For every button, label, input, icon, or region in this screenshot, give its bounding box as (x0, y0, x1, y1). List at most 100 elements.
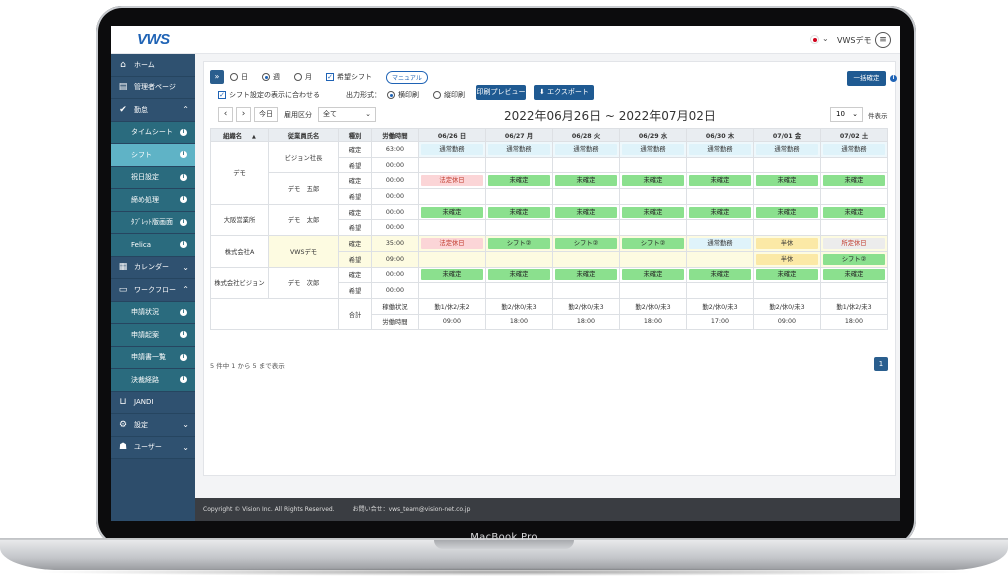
menu-icon[interactable]: ≡ (875, 32, 891, 48)
shift-badge[interactable]: 未確定 (555, 175, 617, 187)
shift-cell[interactable]: 未確定 (619, 203, 687, 221)
info-icon[interactable]: i (180, 173, 187, 181)
print-preview-button[interactable]: 印刷プレビュー (476, 85, 526, 100)
sidebar-item[interactable]: Felica i (111, 234, 195, 257)
prev-week-button[interactable]: ‹ (218, 107, 233, 122)
chevron-icon[interactable]: ⌃ (182, 105, 189, 114)
employee-cell[interactable]: デモ 次郎 (268, 266, 339, 299)
japan-flag-icon[interactable] (810, 35, 819, 44)
shift-cell[interactable]: 未確定 (619, 172, 687, 190)
shift-cell[interactable]: シフト② (485, 235, 553, 252)
shift-cell[interactable]: 通常勤務 (418, 141, 486, 158)
info-icon[interactable]: i (890, 75, 897, 82)
info-icon[interactable]: i (180, 151, 187, 159)
shift-badge[interactable]: 未確定 (622, 206, 684, 218)
shift-badge[interactable]: 未確定 (622, 269, 684, 281)
portrait-radio[interactable]: 縦印刷 (433, 90, 465, 100)
column-header[interactable]: 07/02 土 (820, 128, 888, 142)
shift-cell[interactable] (686, 156, 754, 174)
shift-cell[interactable]: 未確定 (753, 203, 821, 221)
shift-cell[interactable]: 未確定 (619, 266, 687, 284)
shift-cell[interactable] (686, 282, 754, 299)
shift-cell[interactable] (418, 250, 486, 268)
shift-cell[interactable]: 未確定 (552, 172, 620, 190)
sidebar-item[interactable]: 決裁経路 i (111, 369, 195, 392)
app-logo[interactable]: VWS (137, 31, 170, 48)
shift-cell[interactable] (418, 219, 486, 237)
fit-setting-checkbox[interactable]: ✓ シフト設定の表示に合わせる (218, 90, 320, 100)
shift-cell[interactable]: 未確定 (686, 266, 754, 284)
shift-badge[interactable]: 通常勤務 (756, 143, 818, 155)
chevron-icon[interactable]: ⌄ (182, 263, 189, 272)
shift-cell[interactable] (418, 282, 486, 299)
sidebar-item[interactable]: 申請起案 i (111, 324, 195, 347)
shift-badge[interactable]: 法定休日 (421, 237, 483, 249)
export-button[interactable]: ⬇ エクスポート (534, 85, 594, 100)
shift-cell[interactable]: シフト② (820, 250, 888, 268)
column-header[interactable]: 06/29 水 (619, 128, 687, 142)
shift-badge[interactable]: 法定休日 (421, 175, 483, 187)
shift-badge[interactable]: 通常勤務 (689, 143, 751, 155)
radio-icon[interactable] (433, 91, 441, 99)
shift-badge[interactable]: 未確定 (421, 206, 483, 218)
column-header[interactable]: 労働時間 (371, 128, 419, 142)
sidebar-item[interactable]: ⌂ ホーム (111, 54, 195, 77)
chevron-down-icon[interactable]: ⌄ (822, 34, 829, 43)
shift-cell[interactable] (619, 250, 687, 268)
shift-badge[interactable]: 未確定 (555, 206, 617, 218)
info-icon[interactable]: i (180, 218, 187, 226)
shift-badge[interactable]: 通常勤務 (421, 143, 483, 155)
shift-cell[interactable] (619, 156, 687, 174)
period-month-radio[interactable]: 月 (294, 72, 312, 82)
shift-cell[interactable] (820, 282, 888, 299)
info-icon[interactable]: i (180, 196, 187, 204)
shift-cell[interactable]: 未確定 (820, 266, 888, 284)
chevron-icon[interactable]: ⌄ (182, 443, 189, 452)
column-header[interactable]: 07/01 金 (753, 128, 821, 142)
shift-cell[interactable]: 通常勤務 (552, 141, 620, 158)
wish-shift-checkbox[interactable]: ✓ 希望シフト (326, 72, 372, 82)
shift-cell[interactable] (686, 250, 754, 268)
employee-cell[interactable]: デモ 太郎 (268, 203, 339, 237)
shift-cell[interactable] (552, 250, 620, 268)
shift-badge[interactable]: 半休 (756, 253, 818, 265)
next-week-button[interactable]: › (236, 107, 251, 122)
radio-icon[interactable] (230, 73, 238, 81)
page-button[interactable]: 1 (874, 357, 888, 371)
shift-cell[interactable]: 未確定 (686, 203, 754, 221)
shift-cell[interactable]: 未確定 (418, 203, 486, 221)
shift-badge[interactable]: 未確定 (689, 175, 751, 187)
info-icon[interactable]: i (180, 353, 187, 361)
sidebar-item[interactable]: 申請状況 i (111, 301, 195, 324)
shift-cell[interactable] (552, 156, 620, 174)
shift-cell[interactable] (619, 188, 687, 205)
shift-badge[interactable]: 未確定 (756, 175, 818, 187)
shift-cell[interactable]: 所定休日 (820, 235, 888, 252)
sort-icon[interactable]: ▲ (252, 134, 256, 140)
shift-badge[interactable]: 通常勤務 (622, 143, 684, 155)
shift-cell[interactable] (485, 188, 553, 205)
shift-cell[interactable]: 通常勤務 (820, 141, 888, 158)
checkbox-icon[interactable]: ✓ (218, 91, 226, 99)
shift-badge[interactable]: 未確定 (488, 269, 550, 281)
landscape-radio[interactable]: 横印刷 (387, 90, 419, 100)
bulk-confirm-button[interactable]: 一括確定 (847, 71, 886, 86)
sidebar-item[interactable]: ﾀﾌﾞﾚｯﾄ版画面 i (111, 211, 195, 234)
shift-cell[interactable]: 未確定 (485, 266, 553, 284)
column-header[interactable]: 06/30 木 (686, 128, 754, 142)
sidebar-item[interactable]: 申請書一覧 i (111, 346, 195, 369)
shift-cell[interactable]: シフト② (552, 235, 620, 252)
sidebar-item[interactable]: ▭ ワークフロー ⌃ (111, 279, 195, 302)
shift-cell[interactable]: シフト② (619, 235, 687, 252)
column-header[interactable]: 06/27 月 (485, 128, 553, 142)
expand-icon[interactable]: » (210, 70, 224, 84)
shift-cell[interactable]: 未確定 (552, 203, 620, 221)
shift-badge[interactable]: 未確定 (488, 175, 550, 187)
shift-cell[interactable] (552, 188, 620, 205)
employee-cell[interactable]: ビジョン社長 (268, 140, 339, 174)
column-header[interactable]: 06/26 日 (418, 128, 486, 142)
shift-cell[interactable] (686, 188, 754, 205)
shift-badge[interactable]: 所定休日 (823, 237, 885, 249)
radio-icon[interactable] (387, 91, 395, 99)
employment-type-select[interactable]: 全て ⌄ (318, 107, 376, 122)
